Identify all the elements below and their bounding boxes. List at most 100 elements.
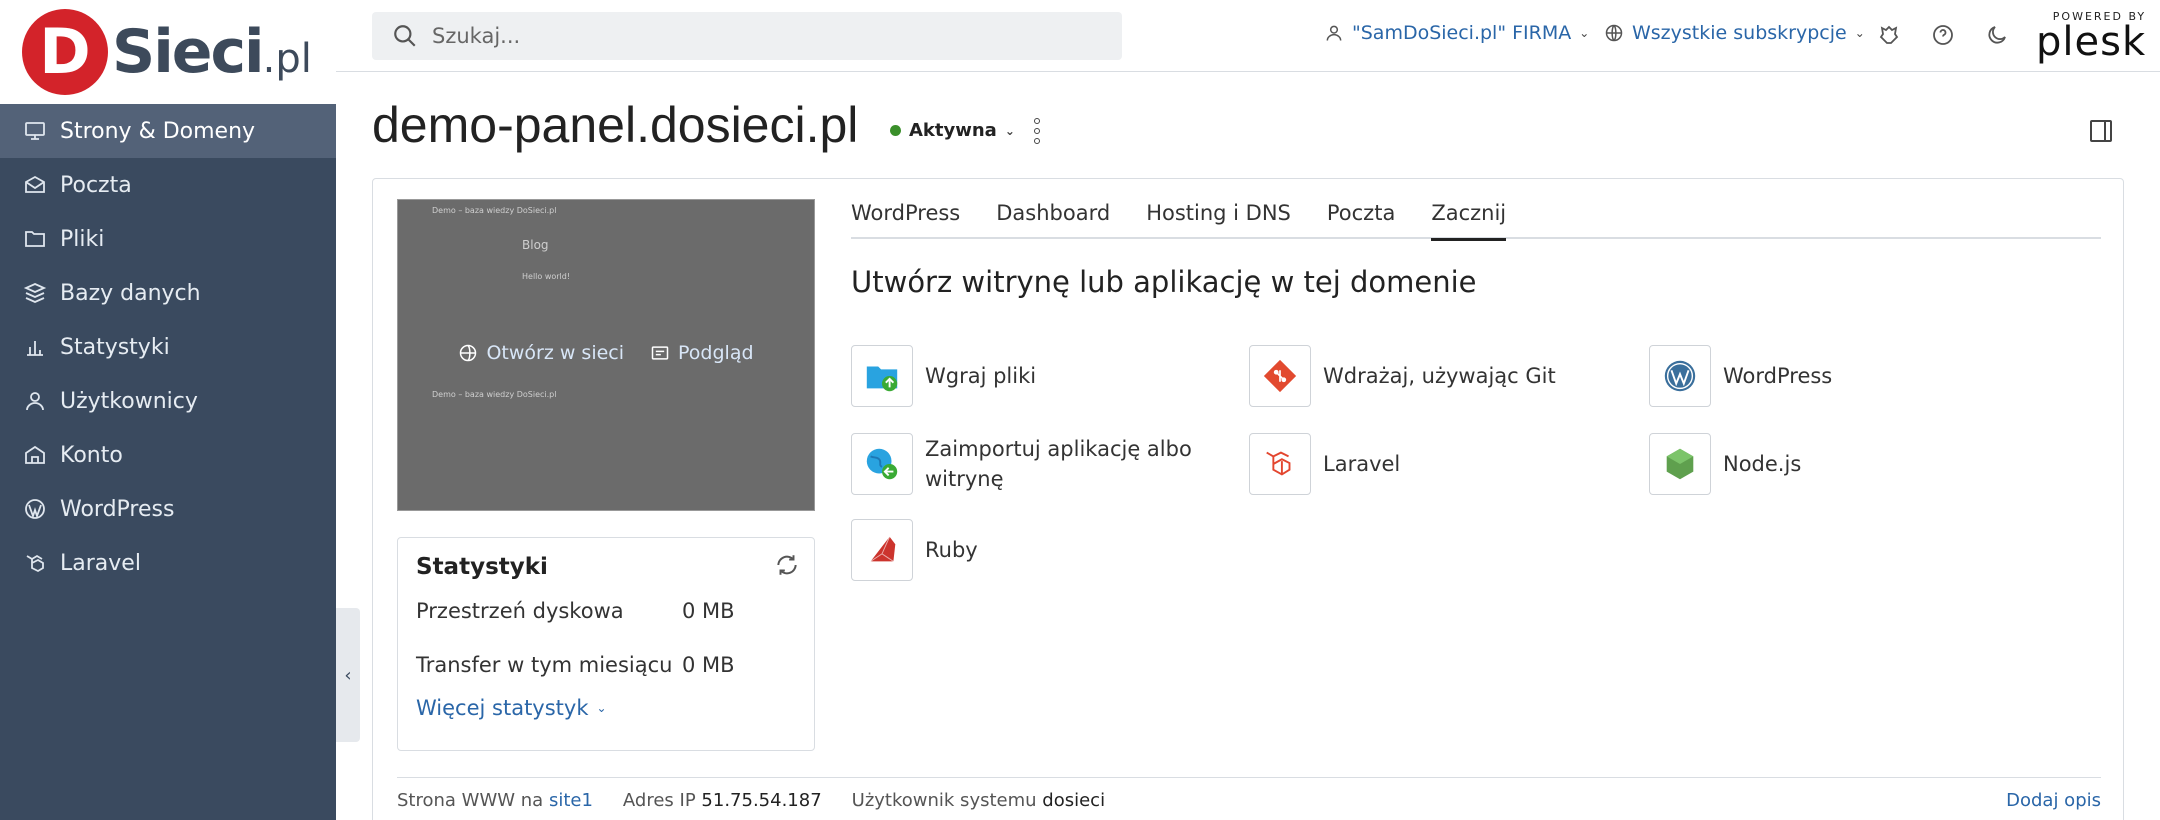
site-preview: Demo – baza wiedzy DoSieci.pl Blog Hello… [397, 199, 815, 511]
tab-get-started[interactable]: Zacznij [1431, 201, 1506, 241]
nodejs-logo-icon [1649, 433, 1711, 495]
logo-text: Sieci.pl [112, 17, 312, 87]
import-app-tile[interactable]: Zaimportuj aplikację albo witrynę [851, 433, 1225, 495]
ruby-logo-icon [851, 519, 913, 581]
search-box[interactable] [372, 12, 1122, 60]
status-label: Aktywna [909, 120, 997, 141]
sidebar-item-label: Laravel [60, 550, 141, 576]
transfer-row: Transfer w tym miesiącu 0 MB [416, 653, 735, 677]
sidebar-item-wordpress[interactable]: WordPress [0, 482, 336, 536]
sidebar-item-statistics[interactable]: Statystyki [0, 320, 336, 374]
subscriptions-label: Wszystkie subskrypcje [1632, 22, 1847, 44]
topbar: "SamDoSieci.pl" FIRMA ⌄ Wszystkie subskry… [336, 0, 2160, 72]
sidebar-item-laravel[interactable]: Laravel [0, 536, 336, 590]
sidebar-item-files[interactable]: Pliki [0, 212, 336, 266]
sidebar-item-users[interactable]: Użytkownicy [0, 374, 336, 428]
chevron-down-icon: ⌄ [596, 701, 607, 715]
disk-space-row: Przestrzeń dyskowa 0 MB [416, 599, 735, 623]
preview-link[interactable]: Podgląd [650, 342, 754, 364]
chevron-down-icon: ⌄ [1854, 26, 1865, 40]
sidebar-item-label: Poczta [60, 172, 132, 198]
upload-folder-icon [851, 345, 913, 407]
deploy-git-tile[interactable]: Wdrażaj, używając Git [1249, 345, 1556, 407]
search-input[interactable] [432, 24, 1032, 48]
preview-footer-name: Demo – baza wiedzy DoSieci.pl [432, 390, 557, 399]
open-in-web-link[interactable]: Otwórz w sieci [458, 342, 624, 364]
section-title: Utwórz witrynę lub aplikację w tej domen… [851, 265, 1477, 299]
help-icon[interactable] [1930, 22, 1956, 48]
plesk-logo: POWERED BY plesk [2036, 10, 2147, 65]
nodejs-tile[interactable]: Node.js [1649, 433, 1801, 495]
mail-icon [22, 172, 48, 198]
statistics-panel: Statystyki Przestrzeń dyskowa 0 MB Trans… [397, 537, 815, 751]
sidebar-item-mail[interactable]: Poczta [0, 158, 336, 212]
more-actions-icon[interactable] [1030, 118, 1044, 144]
sidebar-collapse-handle[interactable]: ‹ [336, 608, 360, 742]
wordpress-tile[interactable]: WordPress [1649, 345, 1832, 407]
extensions-icon[interactable] [1876, 22, 1902, 48]
more-stats-link[interactable]: Więcej statystyk ⌄ [416, 696, 796, 720]
tab-dashboard[interactable]: Dashboard [996, 201, 1110, 239]
search-icon [394, 25, 416, 47]
sidebar-item-databases[interactable]: Bazy danych [0, 266, 336, 320]
sidebar-item-label: Strony & Domeny [60, 118, 256, 144]
refresh-icon[interactable] [774, 552, 800, 578]
git-icon [1249, 345, 1311, 407]
sidebar-nav: Strony & Domeny Poczta Pliki Bazy danych… [0, 104, 336, 590]
sidebar-item-websites[interactable]: Strony & Domeny [0, 104, 336, 158]
preview-blog-title: Blog [522, 238, 549, 252]
chevron-down-icon: ⌄ [1004, 123, 1015, 138]
account-menu[interactable]: "SamDoSieci.pl" FIRMA ⌄ [1324, 22, 1589, 44]
account-icon [22, 442, 48, 468]
tab-wordpress[interactable]: WordPress [851, 201, 960, 239]
sidebar: D Sieci.pl Strony & Domeny Poczta Pliki … [0, 0, 336, 820]
tab-hosting-dns[interactable]: Hosting i DNS [1146, 201, 1291, 239]
sidebar-item-label: Bazy danych [60, 280, 201, 306]
import-globe-icon [851, 433, 913, 495]
sidebar-item-account[interactable]: Konto [0, 428, 336, 482]
brand-logo[interactable]: D Sieci.pl [0, 0, 336, 104]
wordpress-icon [22, 496, 48, 522]
wordpress-logo-icon [1649, 345, 1711, 407]
website-info: Strona WWW na site1 [397, 790, 593, 811]
laravel-icon [22, 550, 48, 576]
chevron-left-icon: ‹ [344, 664, 352, 686]
ruby-tile[interactable]: Ruby [851, 519, 978, 581]
status-dot [890, 125, 901, 136]
statistics-title: Statystyki [416, 554, 548, 580]
domain-info-footer: Strona WWW na site1 Adres IP 51.75.54.18… [397, 777, 2101, 811]
preview-site-name: Demo – baza wiedzy DoSieci.pl [432, 206, 557, 215]
subscriptions-menu[interactable]: Wszystkie subskrypcje ⌄ [1604, 22, 1865, 44]
side-panel-toggle-icon[interactable] [2090, 120, 2112, 142]
sidebar-item-label: Statystyki [60, 334, 170, 360]
globe-icon [1605, 24, 1623, 42]
status-dropdown[interactable]: Aktywna ⌄ [890, 120, 1015, 141]
page-title: demo-panel.dosieci.pl [372, 97, 859, 153]
site-link[interactable]: site1 [549, 790, 593, 811]
preview-post-title: Hello world! [522, 272, 571, 281]
preview-window-icon [651, 346, 669, 360]
database-icon [22, 280, 48, 306]
tab-mail[interactable]: Poczta [1327, 201, 1395, 239]
monitor-icon [22, 118, 48, 144]
user-icon [22, 388, 48, 414]
upload-files-tile[interactable]: Wgraj pliki [851, 345, 1036, 407]
laravel-logo-icon [1249, 433, 1311, 495]
preview-actions: Otwórz w sieci Podgląd [398, 342, 814, 364]
sidebar-item-label: Konto [60, 442, 123, 468]
bar-chart-icon [22, 334, 48, 360]
domain-card: Demo – baza wiedzy DoSieci.pl Blog Hello… [372, 178, 2124, 820]
ip-info: Adres IP 51.75.54.187 [622, 790, 822, 811]
laravel-tile[interactable]: Laravel [1249, 433, 1400, 495]
globe-icon [460, 344, 477, 362]
add-description-link[interactable]: Dodaj opis [2006, 790, 2101, 811]
sidebar-item-label: WordPress [60, 496, 175, 522]
logo-mark: D [22, 9, 108, 95]
sidebar-item-label: Pliki [60, 226, 105, 252]
domain-tabs: WordPress Dashboard Hosting i DNS Poczta… [851, 201, 2101, 241]
user-icon [1326, 25, 1342, 41]
chevron-down-icon: ⌄ [1579, 26, 1590, 40]
sidebar-item-label: Użytkownicy [60, 388, 198, 414]
dark-mode-icon[interactable] [1984, 22, 2010, 48]
folder-icon [22, 226, 48, 252]
